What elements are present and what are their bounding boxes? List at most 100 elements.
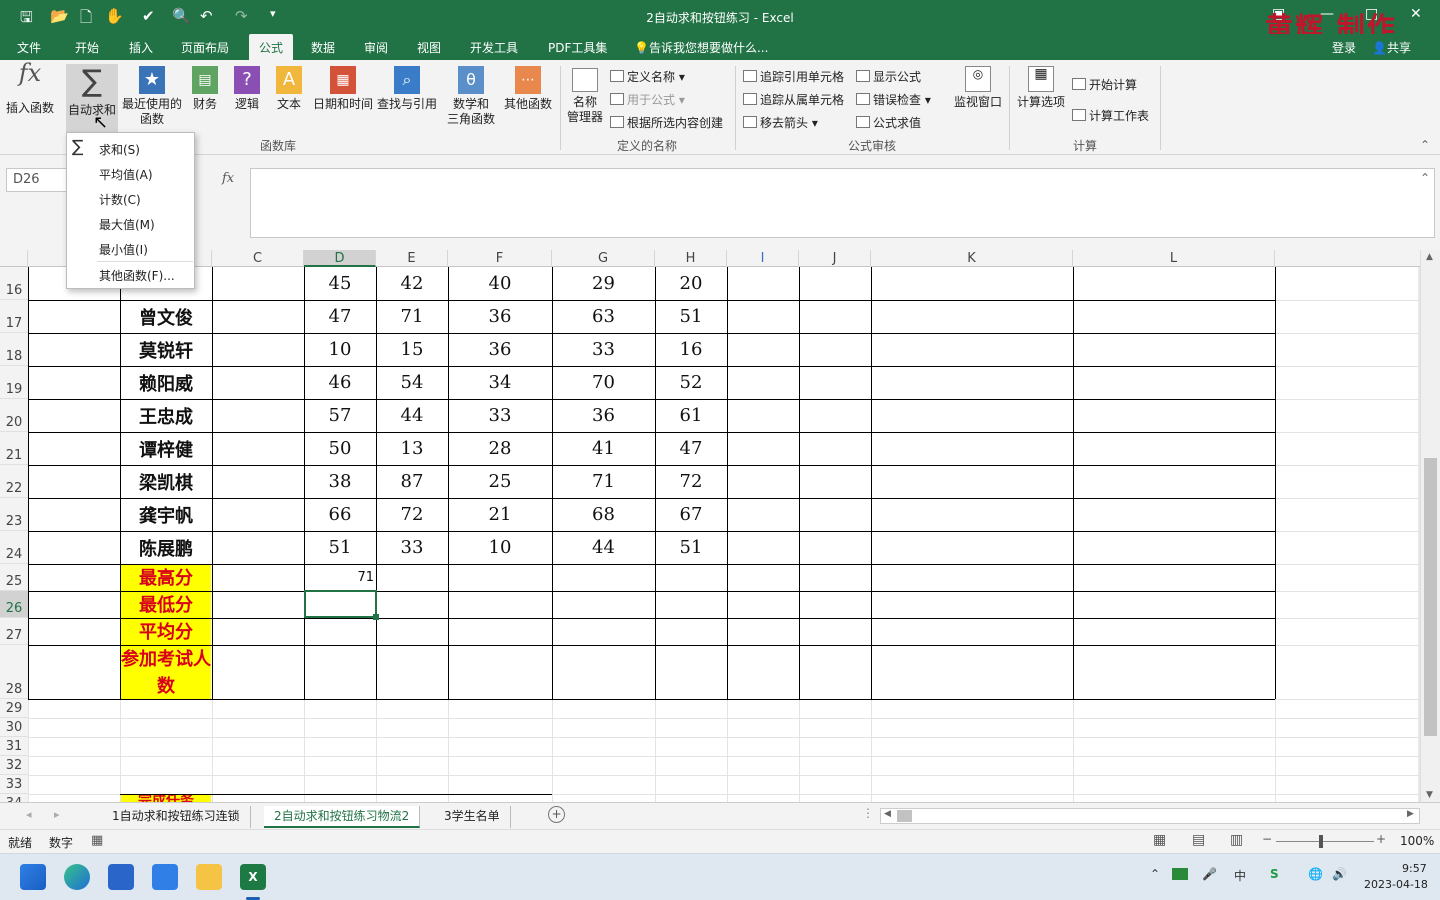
row-header[interactable]: 28 xyxy=(0,645,28,699)
row-header[interactable]: 20 xyxy=(0,399,28,432)
fx-icon[interactable]: fx xyxy=(222,171,234,186)
score-cell[interactable]: 29 xyxy=(552,267,655,300)
undo-icon[interactable]: ↶ xyxy=(200,7,213,25)
remove-arrows-button[interactable]: 移去箭头 ▾ xyxy=(743,114,818,131)
row-header[interactable]: 29 xyxy=(0,699,28,718)
sheet-tab-2[interactable]: 2自动求和按钮练习物流2 xyxy=(264,806,421,828)
score-cell[interactable]: 40 xyxy=(448,267,552,300)
row-header[interactable]: 16 xyxy=(0,267,28,300)
score-cell[interactable]: 67 xyxy=(655,498,727,531)
microphone-icon[interactable]: 🎤 xyxy=(1202,867,1217,881)
collapse-ribbon-icon[interactable]: ⌃ xyxy=(1420,138,1430,152)
tab-data[interactable]: 数据 xyxy=(311,39,335,56)
redo-icon[interactable]: ↷ xyxy=(235,7,248,25)
new-icon[interactable]: 🗋 xyxy=(80,7,92,32)
scroll-right-icon[interactable]: ▶ xyxy=(1407,809,1414,819)
formula-input[interactable] xyxy=(250,168,1435,238)
tab-split-handle-icon[interactable]: ⋮ xyxy=(862,806,874,820)
score-cell[interactable]: 10 xyxy=(448,531,552,564)
autosum-button[interactable]: ∑ 自动求和 xyxy=(66,64,118,132)
fill-handle[interactable] xyxy=(373,614,379,620)
column-header-e[interactable]: E xyxy=(376,250,448,267)
trace-dependents-button[interactable]: 追踪从属单元格 xyxy=(743,91,844,108)
tab-view[interactable]: 视图 xyxy=(417,39,441,56)
menu-item-sum[interactable]: 求和(S) xyxy=(99,141,140,158)
row-header[interactable]: 18 xyxy=(0,333,28,366)
financial-button[interactable]: ▤ 财务 xyxy=(188,66,222,112)
row-header[interactable]: 30 xyxy=(0,718,28,737)
student-name-cell[interactable]: 莫锐轩 xyxy=(120,333,212,366)
tab-file[interactable]: 文件 xyxy=(17,39,41,56)
row-header[interactable]: 25 xyxy=(0,564,28,591)
score-cell[interactable]: 20 xyxy=(655,267,727,300)
logical-button[interactable]: ? 逻辑 xyxy=(230,66,264,112)
row-header[interactable]: 22 xyxy=(0,465,28,498)
macro-record-icon[interactable]: ▦ xyxy=(91,833,103,848)
score-cell[interactable]: 47 xyxy=(304,300,376,333)
score-cell[interactable]: 50 xyxy=(304,432,376,465)
worksheet-grid[interactable]: C D E F G H I J K L 16 17 18 19 20 21 22 23 24 25… xyxy=(0,250,1420,802)
windows-start-icon[interactable] xyxy=(20,864,46,890)
define-name-button[interactable]: 定义名称 ▾ xyxy=(610,68,685,85)
math-trig-button[interactable]: θ 数学和 三角函数 xyxy=(440,66,502,127)
menu-item-average[interactable]: 平均值(A) xyxy=(99,166,153,183)
calculation-options-button[interactable]: ▦ 计算选项 xyxy=(1014,66,1068,110)
score-cell[interactable]: 21 xyxy=(448,498,552,531)
column-header-k[interactable]: K xyxy=(871,250,1073,267)
row-header[interactable]: 24 xyxy=(0,531,28,564)
summary-label-cell[interactable]: 平均分 xyxy=(121,619,211,645)
normal-view-icon[interactable]: ▦ xyxy=(1153,832,1166,848)
vertical-scrollbar[interactable]: ▲ ▼ xyxy=(1420,250,1440,802)
prev-sheet-icon[interactable]: ◂ xyxy=(26,808,32,821)
score-cell[interactable]: 34 xyxy=(448,366,552,399)
row-header[interactable]: 21 xyxy=(0,432,28,465)
summary-label-cell[interactable]: 最高分 xyxy=(121,565,211,591)
score-cell[interactable]: 36 xyxy=(448,300,552,333)
menu-item-max[interactable]: 最大值(M) xyxy=(99,216,155,233)
watch-window-button[interactable]: ◎ 监视窗口 xyxy=(952,66,1004,110)
score-cell[interactable]: 51 xyxy=(655,531,727,564)
next-sheet-icon[interactable]: ▸ xyxy=(54,808,60,821)
date-time-button[interactable]: ▦ 日期和时间 xyxy=(310,66,376,112)
score-cell[interactable]: 71 xyxy=(552,465,655,498)
student-name-cell[interactable]: 陈展鹏 xyxy=(120,531,212,564)
score-cell[interactable]: 10 xyxy=(304,333,376,366)
score-cell[interactable]: 16 xyxy=(655,333,727,366)
clock-time[interactable]: 9:57 xyxy=(1402,862,1427,875)
calculate-now-button[interactable]: 开始计算 xyxy=(1072,76,1137,93)
zoom-out-icon[interactable]: − xyxy=(1262,832,1272,846)
score-cell[interactable]: 47 xyxy=(655,432,727,465)
score-cell[interactable]: 28 xyxy=(448,432,552,465)
student-name-cell[interactable]: 赖阳威 xyxy=(120,366,212,399)
task-label-cell[interactable]: 完成任务 xyxy=(121,795,211,802)
column-header-g[interactable]: G xyxy=(552,250,655,267)
score-cell[interactable]: 36 xyxy=(552,399,655,432)
share-button[interactable]: 👤共享 xyxy=(1372,39,1411,56)
score-cell[interactable]: 51 xyxy=(304,531,376,564)
student-name-cell[interactable]: 谭梓健 xyxy=(120,432,212,465)
sheet-tab-3[interactable]: 3学生名单 xyxy=(434,806,511,828)
store-icon[interactable] xyxy=(108,864,134,890)
row-header[interactable]: 23 xyxy=(0,498,28,531)
use-in-formula-button[interactable]: 用于公式 ▾ xyxy=(610,91,685,108)
touch-mode-icon[interactable]: ✋ xyxy=(105,7,124,25)
login-link[interactable]: 登录 xyxy=(1332,39,1356,56)
active-cell-d26[interactable] xyxy=(304,590,377,618)
row-header[interactable]: 17 xyxy=(0,300,28,333)
score-cell[interactable]: 15 xyxy=(376,333,448,366)
select-all-corner[interactable] xyxy=(0,250,28,267)
score-cell[interactable]: 57 xyxy=(304,399,376,432)
row-header[interactable]: 31 xyxy=(0,737,28,756)
score-cell[interactable]: 68 xyxy=(552,498,655,531)
score-cell[interactable]: 72 xyxy=(376,498,448,531)
tab-formulas[interactable]: 公式 xyxy=(249,34,294,60)
sogou-s-icon[interactable]: S xyxy=(1270,867,1279,881)
column-header-h[interactable]: H xyxy=(655,250,727,267)
more-functions-button[interactable]: ⋯ 其他函数 xyxy=(502,66,554,112)
summary-label-cell[interactable]: 参加考试人数 xyxy=(121,646,211,699)
tell-me-search[interactable]: 💡告诉我您想要做什么... xyxy=(634,39,768,56)
score-cell[interactable]: 51 xyxy=(655,300,727,333)
student-name-cell[interactable]: 曾文俊 xyxy=(120,300,212,333)
file-explorer-icon[interactable] xyxy=(196,864,222,890)
page-break-view-icon[interactable]: ▥ xyxy=(1230,832,1243,848)
